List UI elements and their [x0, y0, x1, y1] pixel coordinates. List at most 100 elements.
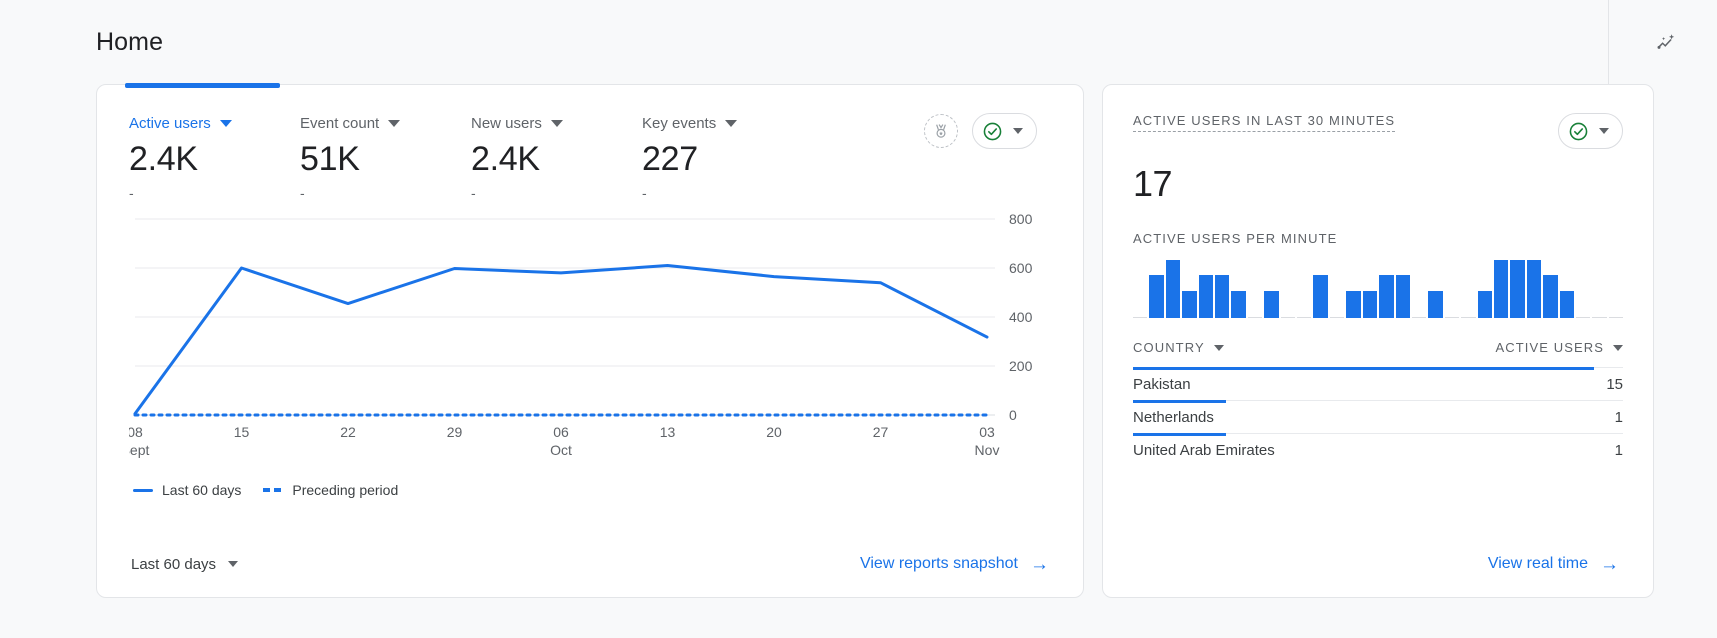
- metric-value: 2.4K: [129, 140, 198, 178]
- metric-delta: -: [471, 185, 476, 201]
- view-real-time-link[interactable]: View real time →: [1488, 555, 1623, 574]
- spark-bar: [1592, 316, 1607, 318]
- cards-row: Active users 2.4K - Event count 51K - Ne…: [0, 83, 1717, 598]
- spark-bar: [1461, 316, 1476, 318]
- spark-bar: [1280, 316, 1296, 318]
- metric-event-count-selector[interactable]: Event count: [300, 115, 471, 132]
- svg-text:13: 13: [660, 424, 676, 440]
- date-range-selector[interactable]: Last 60 days: [131, 556, 239, 573]
- spark-bar: [1444, 316, 1460, 318]
- metric-key-events-selector[interactable]: Key events: [642, 115, 813, 132]
- svg-text:03: 03: [979, 424, 995, 440]
- realtime-spark-title: ACTIVE USERS PER MINUTE: [1133, 231, 1338, 246]
- chart-legend: Last 60 days Preceding period: [133, 482, 1083, 498]
- data-status-selector[interactable]: [972, 113, 1037, 149]
- metric-label: New users: [471, 115, 542, 132]
- table-row[interactable]: United Arab Emirates 1: [1133, 433, 1623, 466]
- spark-bar: [1198, 275, 1214, 318]
- column-header-active-users[interactable]: ACTIVE USERS: [1495, 340, 1623, 355]
- legend-item-preceding-period[interactable]: Preceding period: [263, 482, 398, 498]
- spark-bar: [1264, 290, 1279, 318]
- chevron-down-icon: [1599, 128, 1609, 134]
- insights-sparkle-icon[interactable]: [1645, 21, 1687, 63]
- spark-bar: [1133, 316, 1148, 318]
- spark-bar: [1247, 316, 1263, 318]
- realtime-title[interactable]: ACTIVE USERS IN LAST 30 MINUTES: [1133, 113, 1396, 132]
- svg-text:200: 200: [1009, 358, 1033, 374]
- realtime-card-footer: View real time →: [1488, 531, 1623, 597]
- svg-text:15: 15: [234, 424, 250, 440]
- page-title: Home: [96, 27, 164, 56]
- view-real-time-label: View real time: [1487, 555, 1588, 572]
- row-progress-bar: [1133, 433, 1227, 436]
- svg-text:20: 20: [766, 424, 782, 440]
- svg-text:800: 800: [1009, 211, 1033, 227]
- chevron-down-icon: [1213, 344, 1224, 351]
- spark-bar: [1149, 275, 1164, 318]
- arrow-right-icon: →: [1600, 553, 1619, 575]
- chevron-down-icon: [228, 561, 239, 567]
- table-header-row: COUNTRY ACTIVE USERS: [1133, 340, 1623, 367]
- spark-bar: [1182, 290, 1197, 318]
- view-reports-snapshot-link[interactable]: View reports snapshot →: [860, 555, 1053, 574]
- table-row[interactable]: Netherlands 1: [1133, 400, 1623, 433]
- metrics-actions: [924, 113, 1037, 149]
- svg-text:Sept: Sept: [129, 442, 150, 458]
- metric-active-users[interactable]: Active users 2.4K -: [129, 115, 300, 201]
- spark-bar: [1362, 290, 1378, 318]
- chevron-down-icon: [1013, 128, 1023, 134]
- svg-text:27: 27: [873, 424, 889, 440]
- svg-text:600: 600: [1009, 260, 1033, 276]
- realtime-active-users-value: 17: [1133, 163, 1173, 204]
- legend-item-last-60-days[interactable]: Last 60 days: [133, 482, 241, 498]
- metric-value: 2.4K: [471, 140, 540, 178]
- svg-text:0: 0: [1009, 407, 1017, 423]
- line-chart-svg: 0 200 400 600 800 08 Sept 15 22 29 06 Oct 13 20 27 03 No…: [121, 211, 1033, 458]
- chevron-down-icon: [1613, 344, 1623, 351]
- active-users-value: 15: [1606, 375, 1623, 393]
- metric-event-count[interactable]: Event count 51K -: [300, 115, 471, 201]
- metric-new-users-selector[interactable]: New users: [471, 115, 642, 132]
- spark-bar: [1379, 275, 1394, 318]
- chevron-down-icon: [219, 120, 232, 127]
- svg-text:22: 22: [340, 424, 356, 440]
- spark-bar: [1346, 290, 1361, 318]
- metric-key-events[interactable]: Key events 227 -: [642, 115, 813, 201]
- spark-bar: [1215, 275, 1230, 318]
- column-header-active-users-label: ACTIVE USERS: [1495, 340, 1604, 355]
- svg-text:08: 08: [129, 424, 143, 440]
- metric-delta: -: [642, 185, 647, 201]
- spark-bar: [1428, 290, 1443, 318]
- metric-delta: -: [129, 185, 134, 201]
- chevron-down-icon: [725, 120, 738, 127]
- svg-text:06: 06: [553, 424, 569, 440]
- spark-bar: [1493, 260, 1509, 318]
- realtime-status-selector[interactable]: [1558, 113, 1623, 149]
- metric-new-users[interactable]: New users 2.4K -: [471, 115, 642, 201]
- spark-bar: [1526, 260, 1542, 318]
- svg-text:400: 400: [1009, 309, 1033, 325]
- check-circle-icon: [1569, 122, 1588, 140]
- column-header-country[interactable]: COUNTRY: [1133, 340, 1224, 355]
- table-row[interactable]: Pakistan 15: [1133, 367, 1623, 400]
- spark-bar: [1411, 316, 1427, 318]
- metric-delta: -: [300, 185, 305, 201]
- chevron-down-icon: [550, 120, 563, 127]
- active-users-value: 1: [1614, 441, 1623, 459]
- metric-label: Active users: [129, 115, 211, 132]
- metrics-strip: Active users 2.4K - Event count 51K - Ne…: [97, 85, 1083, 201]
- spark-bar: [1510, 260, 1525, 318]
- metric-active-users-selector[interactable]: Active users: [129, 115, 300, 132]
- spark-bar: [1395, 275, 1410, 318]
- chevron-down-icon: [388, 120, 401, 127]
- spark-bar: [1608, 316, 1624, 318]
- legend-label: Last 60 days: [162, 482, 242, 498]
- medal-badge-icon[interactable]: [924, 114, 958, 148]
- header-divider: [1608, 0, 1609, 84]
- active-users-value: 1: [1614, 408, 1623, 426]
- page-header: Home: [0, 0, 1717, 84]
- spark-bar: [1231, 290, 1246, 318]
- legend-solid-swatch: [133, 488, 153, 492]
- spark-bar: [1477, 290, 1492, 318]
- spark-bar: [1559, 290, 1574, 318]
